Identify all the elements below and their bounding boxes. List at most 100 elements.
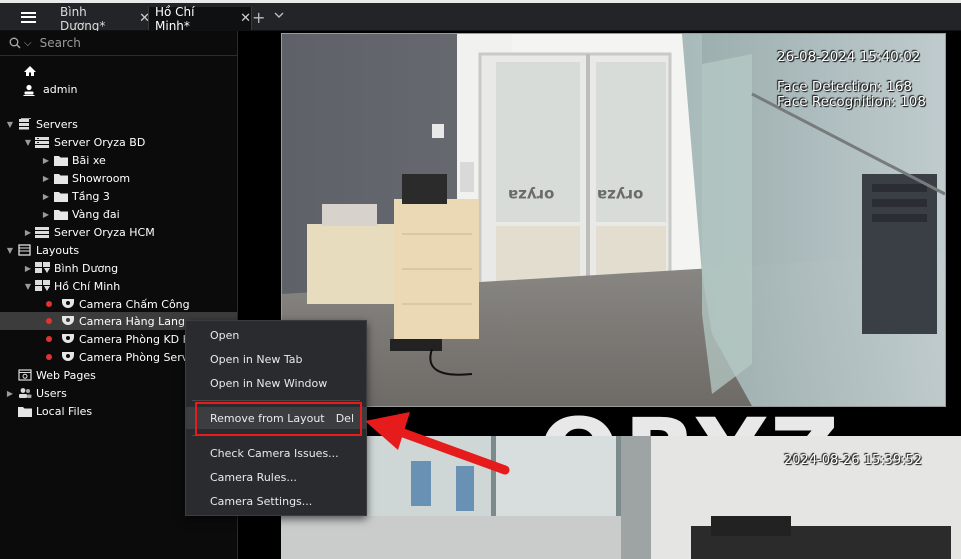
menu-item-label: Camera Rules... — [210, 470, 297, 484]
server-icon — [35, 225, 51, 239]
tree-item-local-files[interactable]: Local Files — [15, 402, 92, 420]
camera-icon — [60, 332, 76, 346]
collapsed-icon[interactable]: ▶ — [5, 389, 15, 398]
tab-label: Bình Dương* — [60, 4, 106, 33]
tab-ho-chi-minh[interactable]: Hồ Chí Minh* ✕ — [148, 4, 252, 33]
tree-item-bai-xe[interactable]: ▶ Bãi xe — [41, 151, 106, 169]
camera-icon — [60, 314, 76, 328]
collapsed-icon[interactable]: ▶ — [41, 174, 51, 183]
expand-icon[interactable]: ▼ — [23, 138, 33, 147]
menu-item-label: Open in New Window — [210, 376, 328, 390]
home-icon[interactable] — [23, 65, 37, 77]
collapsed-icon[interactable]: ▶ — [41, 156, 51, 165]
search-bar: ⌵ — [0, 31, 237, 56]
menu-item-open-new-tab[interactable]: Open in New Tab — [186, 348, 366, 370]
servers-icon — [17, 117, 33, 131]
tree-item-layouts[interactable]: ▼ Layouts — [5, 241, 79, 259]
door-logo-right: oryza — [597, 186, 644, 204]
door-logo-left: oryza — [508, 186, 555, 204]
tree-item-servers[interactable]: ▼ Servers — [5, 115, 78, 133]
tree-item-label: Tầng 3 — [72, 189, 110, 203]
tree-item-label: Vàng đai — [72, 207, 120, 221]
menu-item-check-camera-issues[interactable]: Check Camera Issues... — [186, 442, 366, 464]
recording-status-icon — [46, 318, 52, 324]
user-name: admin — [43, 83, 78, 96]
annotation-highlight-box — [195, 402, 362, 436]
tree-item-label: Layouts — [36, 243, 80, 257]
tree-item-server-oryza-hcm[interactable]: ▶ Server Oryza HCM — [23, 223, 155, 241]
tree-item-label: Servers — [36, 117, 78, 131]
face-detection-count: Face Detection: 168 — [777, 79, 913, 95]
expand-icon[interactable]: ▼ — [5, 246, 15, 255]
menu-item-camera-rules[interactable]: Camera Rules... — [186, 466, 366, 488]
tab-bar: Bình Dương* ✕ Hồ Chí Minh* ✕ + — [0, 3, 961, 33]
tree-item-label: Server Oryza HCM — [54, 225, 155, 239]
user-icon — [23, 84, 35, 96]
expand-icon[interactable]: ▼ — [5, 120, 15, 129]
tree-item-server-oryza-bd[interactable]: ▼ Server Oryza BD — [23, 133, 145, 151]
collapsed-icon[interactable]: ▶ — [23, 264, 33, 273]
menu-item-label: Open — [210, 328, 240, 342]
camera-view-secondary[interactable]: 2024-08-26 15:39:52 — [281, 436, 961, 559]
hamburger-icon — [20, 11, 36, 23]
camera-icon — [60, 297, 76, 311]
tree-item-web-pages[interactable]: Web Pages — [15, 366, 96, 384]
main-menu-button[interactable] — [8, 5, 48, 29]
menu-item-label: Check Camera Issues... — [210, 446, 339, 460]
camera-view-hang-lang[interactable]: 26-08-2024 15:40:02 Face Detection: 168 … — [281, 33, 946, 407]
tab-label: Hồ Chí Minh* — [155, 4, 195, 33]
tree-item-label: Camera Phòng Server — [79, 350, 200, 364]
tree-item-showroom[interactable]: ▶ Showroom — [41, 169, 130, 187]
tree-item-label: Web Pages — [36, 368, 96, 382]
search-icon[interactable] — [9, 37, 21, 49]
recording-status-icon — [46, 336, 52, 342]
folder-icon — [53, 153, 69, 167]
tree-item-vang-dai[interactable]: ▶ Vàng đai — [41, 205, 120, 223]
tree-item-label: Bình Dương — [54, 261, 119, 275]
tree-item-label: Users — [36, 386, 67, 400]
tree-item-camera-cham-cong[interactable]: Camera Chấm Công — [44, 295, 190, 313]
recording-status-icon — [46, 301, 52, 307]
tree-item-tang-3[interactable]: ▶ Tầng 3 — [41, 187, 110, 205]
layouts-icon — [17, 243, 33, 257]
tree-item-camera-phong-kd-hcm[interactable]: Camera Phòng KD HCM — [44, 330, 208, 348]
tree-item-label: Local Files — [36, 404, 93, 418]
search-input[interactable] — [37, 35, 222, 51]
camera-icon — [60, 350, 76, 364]
tree-item-label: Server Oryza BD — [54, 135, 146, 149]
layout-icon — [35, 261, 51, 275]
users-icon — [17, 386, 33, 400]
server-icon — [35, 135, 51, 149]
recording-status-icon — [46, 354, 52, 360]
expand-icon[interactable]: ▼ — [23, 282, 33, 291]
menu-item-open-new-window[interactable]: Open in New Window — [186, 372, 366, 394]
folder-icon — [53, 189, 69, 203]
menu-item-open[interactable]: Open — [186, 324, 366, 346]
folder-icon — [17, 404, 33, 418]
tree-item-users[interactable]: ▶ Users — [5, 384, 67, 402]
tree-item-label: Hồ Chí Minh — [54, 279, 121, 293]
tree-item-layout-binh-duong[interactable]: ▶ Bình Dương — [23, 259, 118, 277]
folder-icon — [53, 171, 69, 185]
menu-item-camera-settings[interactable]: Camera Settings... — [186, 490, 366, 512]
menu-item-label: Camera Settings... — [210, 494, 313, 508]
chevron-down-icon[interactable] — [273, 8, 285, 22]
tab-binh-duong[interactable]: Bình Dương* ✕ — [58, 4, 150, 33]
video-timestamp: 2024-08-26 15:39:52 — [784, 453, 923, 468]
tree-item-label: Showroom — [72, 171, 131, 185]
close-icon[interactable]: ✕ — [240, 11, 251, 26]
new-tab-button[interactable]: + — [252, 8, 265, 27]
collapsed-icon[interactable]: ▶ — [41, 192, 51, 201]
tree-item-label: Bãi xe — [72, 153, 106, 167]
chevron-down-icon[interactable]: ⌵ — [24, 38, 32, 49]
collapsed-icon[interactable]: ▶ — [41, 210, 51, 219]
tree-item-label: Camera Chấm Công — [79, 297, 190, 311]
video-timestamp: 26-08-2024 15:40:02 — [777, 49, 921, 65]
collapsed-icon[interactable]: ▶ — [23, 228, 33, 237]
layout-icon — [35, 279, 51, 293]
web-page-icon — [17, 368, 33, 382]
face-recognition-count: Face Recognition: 108 — [777, 94, 926, 110]
tree-item-layout-ho-chi-minh[interactable]: ▼ Hồ Chí Minh — [23, 277, 120, 295]
current-user[interactable]: admin — [23, 83, 77, 96]
tree-item-camera-phong-server[interactable]: Camera Phòng Server — [44, 348, 200, 366]
